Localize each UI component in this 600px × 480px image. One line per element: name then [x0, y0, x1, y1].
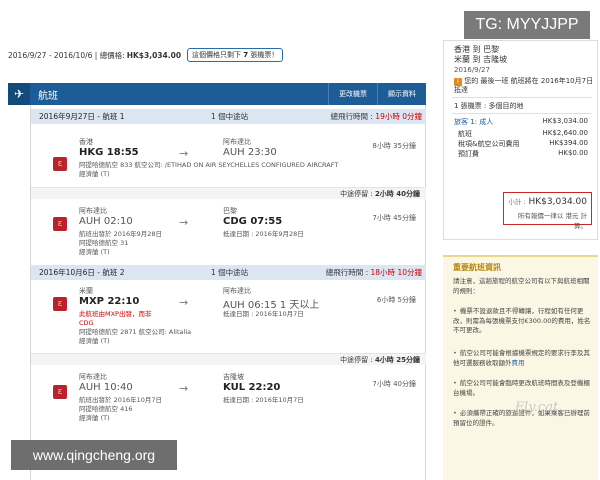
arrow-right-icon: → — [179, 216, 189, 229]
flights-panel: ✈ 航班 更改機票 顯示資料 2016年9月27日 - 航班 1 1 個中途站 … — [8, 83, 426, 480]
rule-item: • 航空公司可能會根據機票規定的要求行李及其他可選服務收取額外費用 — [453, 349, 590, 367]
outbound-header: 2016年9月27日 - 航班 1 1 個中途站 總飛行時間 : 19小時 0分… — [31, 109, 426, 124]
divider — [452, 113, 592, 114]
total-label: 總價格: — [99, 50, 125, 60]
rule-item: • 航空公司可能會臨時更改航班時間表及登機櫃台機場。 — [453, 379, 590, 397]
flight-segment[interactable]: ε 米蘭 MXP 22:10 此航班由MXP出發，而非 CDG → 阿布達比 A… — [31, 283, 426, 353]
rule-item: • 機票不設退款且不得轉讓，行程如有任何更改，則需為每張機票支付€300.00的費… — [453, 307, 591, 334]
airfare-row: 航班 HK$2,640.00 — [458, 129, 588, 138]
subtotal-price: HK$3,034.00 — [528, 197, 587, 207]
seats-left-badge: 這個價格只剩下 7 張機票！ — [187, 48, 284, 62]
site-watermark: www.qingcheng.org — [11, 440, 177, 470]
route-title: 香港 到 巴黎 米蘭 到 吉隆坡 — [454, 45, 508, 64]
currency-note: 所有報價一律以 港元 計算。 — [517, 212, 587, 230]
etihad-logo-icon: ε — [53, 157, 67, 171]
price-summary: 香港 到 巴黎 米蘭 到 吉隆坡 2016/9/27 i 您的 最後一班 航班將… — [443, 40, 598, 240]
etihad-logo-icon: ε — [53, 297, 67, 311]
etihad-logo-icon: ε — [53, 385, 67, 399]
trip-summary: 2016/9/27 - 2016/10/6 | 總價格: HK$3,034.00… — [8, 48, 284, 62]
ticket-count: 1 張機票 : 多個目的地 — [454, 102, 524, 110]
total-price: HK$3,034.00 — [126, 50, 182, 60]
seats-count: 7 — [243, 51, 249, 59]
panel-title: 航班 — [38, 90, 58, 102]
show-details-button[interactable]: 顯示資料 — [377, 83, 426, 105]
layover-row: 中途停留 : 4小時 25分鐘 — [31, 353, 426, 365]
flights-panel-header: ✈ 航班 更改機票 顯示資料 — [8, 83, 426, 105]
fees-link[interactable]: 費用 — [512, 359, 525, 367]
change-flight-button[interactable]: 更改機票 — [328, 83, 377, 105]
divider — [452, 97, 592, 98]
departure-airport-warning: 此航班由MXP出發，而非 — [79, 310, 152, 318]
arrow-right-icon: → — [179, 147, 189, 160]
signature-watermark: Fly.cat — [515, 400, 559, 415]
itinerary-body: 2016年9月27日 - 航班 1 1 個中途站 總飛行時間 : 19小時 0分… — [30, 105, 426, 480]
arrow-right-icon: → — [179, 382, 189, 395]
flight-segment[interactable]: ε 阿布達比 AUH 10:40 → 吉隆坡 KUL 22:20 7小時 40分… — [31, 367, 426, 437]
route-date: 2016/9/27 — [454, 66, 490, 74]
layover-row: 中途停留 : 2小時 40分鐘 — [31, 187, 426, 199]
subtotal-box: 小計 : HK$3,034.00 所有報價一律以 港元 計算。 — [503, 192, 592, 230]
important-info: 重要航班資訊 請注意，這趟旅程的航空公司有以下與航班相關的規則： • 機票不設退款… — [443, 255, 598, 480]
important-info-title: 重要航班資訊 — [453, 263, 501, 272]
tax-row: 稅項&航空公司費用 HK$394.00 — [458, 139, 588, 148]
tg-watermark: TG: MYYJJPP — [464, 11, 590, 39]
important-intro: 請注意，這趟旅程的航空公司有以下與航班相關的規則： — [453, 277, 590, 295]
airplane-icon: ✈ — [8, 83, 30, 105]
etihad-logo-icon: ε — [53, 217, 67, 231]
flight-segment[interactable]: ε 阿布達比 AUH 02:10 → 巴黎 CDG 07:55 7小時 45分鐘… — [31, 201, 426, 271]
return-header: 2016年10月6日 - 航班 2 1 個中途站 總飛行時間 : 18小時 10… — [31, 265, 426, 280]
info-icon: i — [454, 78, 462, 86]
traveler-fare-row[interactable]: 旅客 1: 成人 HK$3,034.00 — [454, 117, 588, 127]
arrival-notice: i 您的 最後一班 航班將在 2016年10月7日 抵達 — [454, 77, 594, 94]
booking-fee-row: 預訂費 HK$0.00 — [458, 149, 588, 158]
arrow-right-icon: → — [179, 296, 189, 309]
trip-dates: 2016/9/27 - 2016/10/6 — [8, 50, 93, 60]
